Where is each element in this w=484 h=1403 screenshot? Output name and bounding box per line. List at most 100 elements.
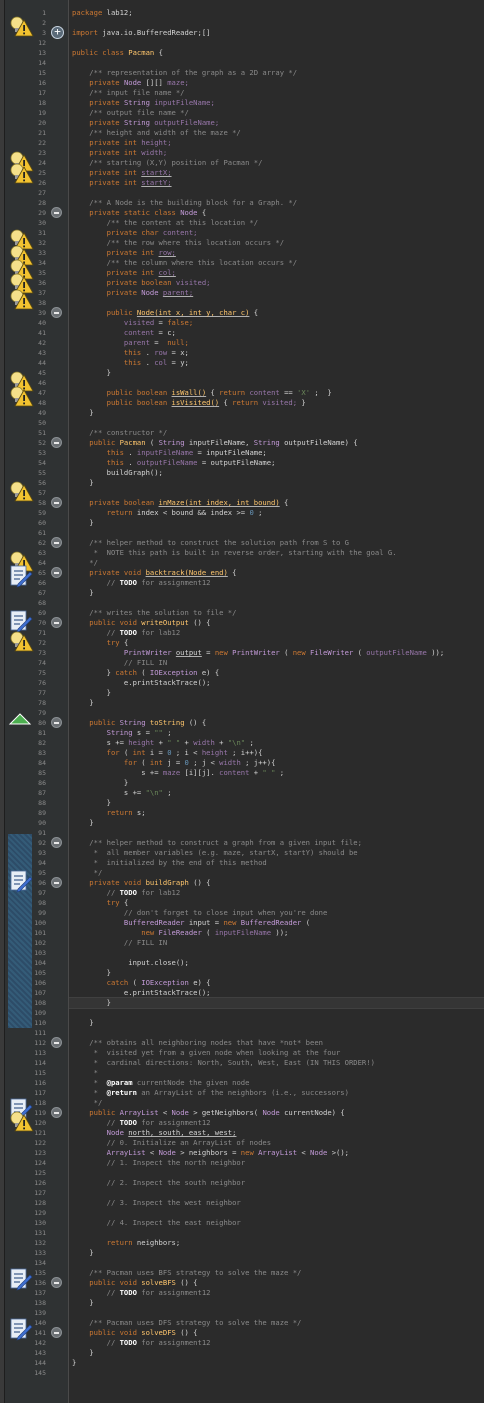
code-line[interactable]: 52 public Pacman ( String inputFileName,…: [0, 437, 484, 448]
code-line[interactable]: 20 private String outputFileName;: [0, 118, 484, 128]
code-text[interactable]: * all member variables (e.g. maze, start…: [72, 848, 358, 858]
code-text[interactable]: return neighbors;: [72, 1238, 181, 1248]
code-line[interactable]: 107 e.printStackTrace();: [0, 988, 484, 998]
code-line[interactable]: 133 }: [0, 1248, 484, 1258]
code-text[interactable]: public Node(int x, int y, char c) {: [72, 308, 258, 318]
fold-toggle-icon[interactable]: [51, 717, 62, 728]
code-line[interactable]: 58 private boolean inMaze(int index, int…: [0, 497, 484, 508]
code-line[interactable]: 122 // 0. Initialize an ArrayList of nod…: [0, 1138, 484, 1148]
code-text[interactable]: /** the content at this location */: [72, 218, 258, 228]
code-text[interactable]: // FILL IN: [72, 938, 167, 948]
code-line[interactable]: 24 /** starting (X,Y) position of Pacman…: [0, 158, 484, 168]
code-line[interactable]: 2: [0, 18, 484, 28]
code-text[interactable]: */: [72, 558, 98, 568]
code-line[interactable]: 56 }: [0, 478, 484, 488]
code-text[interactable]: // 1. Inspect the north neighbor: [72, 1158, 245, 1168]
code-text[interactable]: /** the row where this location occurs *…: [72, 238, 284, 248]
code-text[interactable]: new FileReader ( inputFileName ));: [72, 928, 288, 938]
code-line[interactable]: 39 public Node(int x, int y, char c) {: [0, 307, 484, 318]
code-text[interactable]: this . outputFileName = outputFileName;: [72, 458, 276, 468]
code-text[interactable]: // TODO for assignment12: [72, 1288, 211, 1298]
code-text[interactable]: /** the column where this location occur…: [72, 258, 297, 268]
code-line[interactable]: 138 }: [0, 1298, 484, 1308]
code-text[interactable]: buildGraph();: [72, 468, 163, 478]
code-text[interactable]: }: [72, 688, 111, 698]
code-line[interactable]: 17 /** input file name */: [0, 88, 484, 98]
code-line[interactable]: 102 // FILL IN: [0, 938, 484, 948]
code-line[interactable]: 79: [0, 708, 484, 718]
code-line[interactable]: 38: [0, 298, 484, 308]
code-line[interactable]: 71 // TODO for lab12: [0, 628, 484, 638]
code-text[interactable]: }: [72, 1298, 93, 1308]
code-line[interactable]: 25 private int startX;: [0, 168, 484, 178]
code-line[interactable]: 95 */: [0, 868, 484, 878]
code-text[interactable]: private char content;: [72, 228, 198, 238]
code-line[interactable]: 77 }: [0, 688, 484, 698]
code-text[interactable]: * @return an ArrayList of the neighbors …: [72, 1088, 349, 1098]
code-line[interactable]: 94 * initialized by the end of this meth…: [0, 858, 484, 868]
code-text[interactable]: // TODO for lab12: [72, 888, 181, 898]
code-line[interactable]: 70 public void writeOutput () {: [0, 617, 484, 628]
code-line[interactable]: 104 input.close();: [0, 958, 484, 968]
code-text[interactable]: this . row = x;: [72, 348, 189, 358]
code-text[interactable]: /** Pacman uses BFS strategy to solve th…: [72, 1268, 301, 1278]
code-line[interactable]: 78 }: [0, 698, 484, 708]
code-line[interactable]: 103: [0, 948, 484, 958]
code-line[interactable]: 45 }: [0, 368, 484, 378]
code-line[interactable]: 130 // 4. Inspect the east neighbor: [0, 1218, 484, 1228]
code-text[interactable]: s += "\n" ;: [72, 788, 172, 798]
code-text[interactable]: for ( int j = 0 ; j < width ; j++){: [72, 758, 276, 768]
fold-toggle-icon[interactable]: [51, 1107, 62, 1118]
code-text[interactable]: }: [72, 818, 93, 828]
code-text[interactable]: }: [72, 588, 93, 598]
code-text[interactable]: this . col = y;: [72, 358, 189, 368]
code-text[interactable]: private int startX;: [72, 168, 171, 178]
code-text[interactable]: e.printStackTrace();: [72, 988, 211, 998]
code-text[interactable]: */: [72, 1098, 103, 1108]
fold-toggle-icon[interactable]: [51, 617, 62, 628]
code-line[interactable]: 69 /** writes the solution to file */: [0, 608, 484, 618]
code-line[interactable]: 145: [0, 1368, 484, 1378]
code-text[interactable]: }: [72, 968, 111, 978]
code-line[interactable]: 136 public void solveBFS () {: [0, 1277, 484, 1288]
code-line[interactable]: 59 return index < bound && index >= 0 ;: [0, 508, 484, 518]
code-line[interactable]: 23 private int width;: [0, 148, 484, 158]
code-text[interactable]: /** output file name */: [72, 108, 189, 118]
code-line[interactable]: 22 private int height;: [0, 138, 484, 148]
code-line[interactable]: 88 }: [0, 798, 484, 808]
code-line[interactable]: 35 private int col;: [0, 268, 484, 278]
code-line[interactable]: 28 /** A Node is the building block for …: [0, 198, 484, 208]
code-line[interactable]: 33 private int row;: [0, 248, 484, 258]
code-line[interactable]: 73 PrintWriter output = new PrintWriter …: [0, 648, 484, 658]
code-line[interactable]: 43 this . row = x;: [0, 348, 484, 358]
code-text[interactable]: private int startY;: [72, 178, 171, 188]
code-line[interactable]: 57: [0, 488, 484, 498]
code-line[interactable]: 67 }: [0, 588, 484, 598]
code-line[interactable]: 66 // TODO for assignment12: [0, 578, 484, 588]
code-line[interactable]: 51 /** constructor */: [0, 428, 484, 438]
code-text[interactable]: /** A Node is the building block for a G…: [72, 198, 297, 208]
code-line[interactable]: 75 } catch ( IOException e) {: [0, 668, 484, 678]
code-text[interactable]: } catch ( IOException e) {: [72, 668, 220, 678]
code-text[interactable]: public ArrayList < Node > getNeighbors( …: [72, 1108, 344, 1118]
code-editor[interactable]: 1 package lab12; 2 3 import java.io.Buffered…: [0, 0, 484, 1403]
code-line[interactable]: 109: [0, 1008, 484, 1018]
code-line[interactable]: 85 s += maze [i][j]. content + " " ;: [0, 768, 484, 778]
code-text[interactable]: }: [72, 1018, 93, 1028]
code-text[interactable]: // FILL IN: [72, 658, 167, 668]
code-text[interactable]: * cardinal directions: North, South, Wes…: [72, 1058, 375, 1068]
code-text[interactable]: }: [72, 478, 93, 488]
code-line[interactable]: 124 // 1. Inspect the north neighbor: [0, 1158, 484, 1168]
code-text[interactable]: ArrayList < Node > neighbors = new Array…: [72, 1148, 349, 1158]
code-text[interactable]: /** helper method to construct a graph f…: [72, 838, 362, 848]
code-line[interactable]: 55 buildGraph();: [0, 468, 484, 478]
code-line[interactable]: 49 }: [0, 408, 484, 418]
code-line[interactable]: 93 * all member variables (e.g. maze, st…: [0, 848, 484, 858]
code-text[interactable]: */: [72, 868, 103, 878]
code-line[interactable]: 118 */: [0, 1098, 484, 1108]
fold-toggle-icon[interactable]: [51, 1037, 62, 1048]
code-line[interactable]: 68: [0, 598, 484, 608]
warning-icon[interactable]: [8, 1109, 34, 1133]
code-line[interactable]: 31 private char content;: [0, 228, 484, 238]
fold-toggle-icon[interactable]: [51, 497, 62, 508]
